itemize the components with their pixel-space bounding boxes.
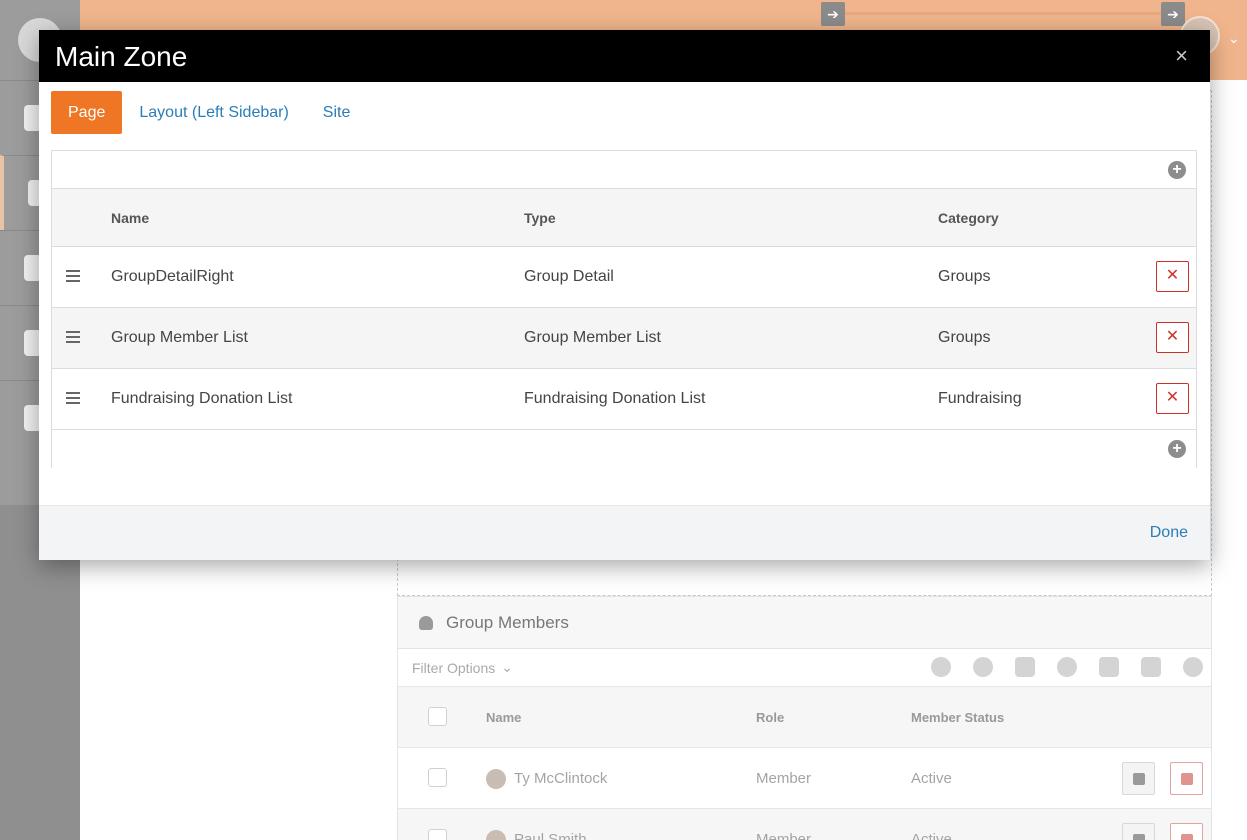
table-row[interactable]: Group Member List Group Member List Grou…	[52, 308, 1196, 369]
drag-handle-icon[interactable]	[66, 392, 80, 404]
modal-title: Main Zone	[55, 41, 188, 72]
group-icon[interactable]	[973, 657, 993, 677]
add-circle-icon[interactable]: +	[1168, 440, 1186, 458]
grid-actions-bottom: +	[52, 430, 1196, 468]
select-all-checkbox[interactable]	[428, 707, 447, 726]
person-profile-button[interactable]	[1122, 823, 1155, 840]
grid-header-row: Name Type Category	[52, 189, 1196, 247]
delete-icon[interactable]: ✕	[1156, 383, 1189, 414]
column-header-type: Type	[524, 209, 556, 226]
archive-icon	[1181, 773, 1193, 785]
archive-button[interactable]	[1170, 762, 1203, 795]
zone-tabs: Page Layout (Left Sidebar) Site	[51, 91, 367, 134]
filter-options-toggle[interactable]: Filter Options	[412, 660, 495, 676]
filter-bar: Filter Options ⌄	[398, 649, 1211, 687]
block-name: Group Member List	[111, 329, 248, 346]
column-header-name: Name	[111, 209, 150, 226]
truck-icon[interactable]	[1015, 657, 1035, 677]
group-members-title: Group Members	[446, 612, 569, 632]
person-profile-button[interactable]	[1122, 762, 1155, 795]
column-header-role[interactable]: Role	[756, 687, 784, 748]
zone-blocks-modal: Main Zone × Page Layout (Left Sidebar) S…	[39, 30, 1210, 560]
drag-handle-icon[interactable]	[66, 270, 80, 282]
close-icon[interactable]: ×	[1175, 43, 1188, 69]
group-members-table-header: Name Role Member Status	[398, 687, 1211, 748]
table-row[interactable]: GroupDetailRight Group Detail Groups ✕	[52, 247, 1196, 308]
member-role: Member	[756, 770, 812, 787]
archive-icon	[1181, 834, 1193, 840]
tab-page[interactable]: Page	[51, 91, 123, 134]
group-members-panel: Group Members Filter Options ⌄ Name Role…	[397, 596, 1212, 840]
block-name: Fundraising Donation List	[111, 390, 293, 407]
row-checkbox[interactable]	[428, 829, 447, 840]
column-header-name[interactable]: Name	[486, 687, 521, 748]
chevron-down-icon[interactable]: ⌄	[1228, 30, 1240, 47]
modal-footer: Done	[39, 505, 1210, 560]
tab-site[interactable]: Site	[306, 91, 368, 134]
arrow-right-icon[interactable]: ➔	[821, 2, 845, 26]
block-type: Fundraising Donation List	[524, 390, 706, 407]
add-circle-icon[interactable]: +	[1168, 161, 1186, 179]
avatar	[486, 768, 506, 789]
grid-actions-top: +	[52, 151, 1196, 189]
communicate-icon[interactable]	[931, 657, 951, 677]
header-divider	[845, 12, 1175, 15]
member-role: Member	[756, 831, 812, 840]
group-members-header: Group Members	[398, 597, 1211, 649]
gear-icon[interactable]	[1057, 657, 1077, 677]
modal-header: Main Zone ×	[39, 30, 1210, 82]
row-checkbox[interactable]	[428, 768, 447, 787]
block-category: Groups	[938, 329, 991, 346]
grid-toolbar	[931, 657, 1203, 677]
archive-button[interactable]	[1170, 823, 1203, 840]
member-name-cell: Paul Smith	[486, 809, 587, 840]
table-icon[interactable]	[1099, 657, 1119, 677]
arrow-right-icon[interactable]: ➔	[1161, 2, 1185, 26]
table-row[interactable]: Ty McClintock Member Active	[398, 748, 1211, 809]
person-icon	[1133, 834, 1145, 840]
tab-layout[interactable]: Layout (Left Sidebar)	[122, 91, 305, 134]
block-type: Group Member List	[524, 329, 661, 346]
table-row[interactable]: Paul Smith Member Active	[398, 809, 1211, 840]
delete-icon[interactable]: ✕	[1156, 322, 1189, 353]
table-row[interactable]: Fundraising Donation List Fundraising Do…	[52, 369, 1196, 430]
users-icon	[414, 615, 438, 630]
done-button[interactable]: Done	[1150, 524, 1188, 542]
member-name: Ty McClintock	[514, 770, 608, 787]
zone-separator	[397, 572, 1212, 596]
delete-icon[interactable]: ✕	[1156, 261, 1189, 292]
block-type: Group Detail	[524, 268, 614, 285]
column-header-category: Category	[938, 209, 999, 226]
member-name-cell: Ty McClintock	[486, 748, 607, 809]
drag-handle-icon[interactable]	[66, 331, 80, 343]
block-name: GroupDetailRight	[111, 268, 234, 285]
blocks-grid: + Name Type Category GroupDetailRight Gr…	[51, 150, 1197, 468]
member-name: Paul Smith	[514, 831, 587, 840]
chevron-down-icon[interactable]: ⌄	[501, 659, 513, 676]
copy-icon[interactable]	[1141, 657, 1161, 677]
avatar	[486, 829, 506, 840]
add-circle-icon[interactable]	[1183, 657, 1203, 677]
block-category: Fundraising	[938, 390, 1022, 407]
member-status: Active	[911, 831, 952, 840]
block-category: Groups	[938, 268, 991, 285]
person-icon	[1133, 773, 1145, 785]
column-header-status[interactable]: Member Status	[911, 687, 1004, 748]
member-status: Active	[911, 770, 952, 787]
